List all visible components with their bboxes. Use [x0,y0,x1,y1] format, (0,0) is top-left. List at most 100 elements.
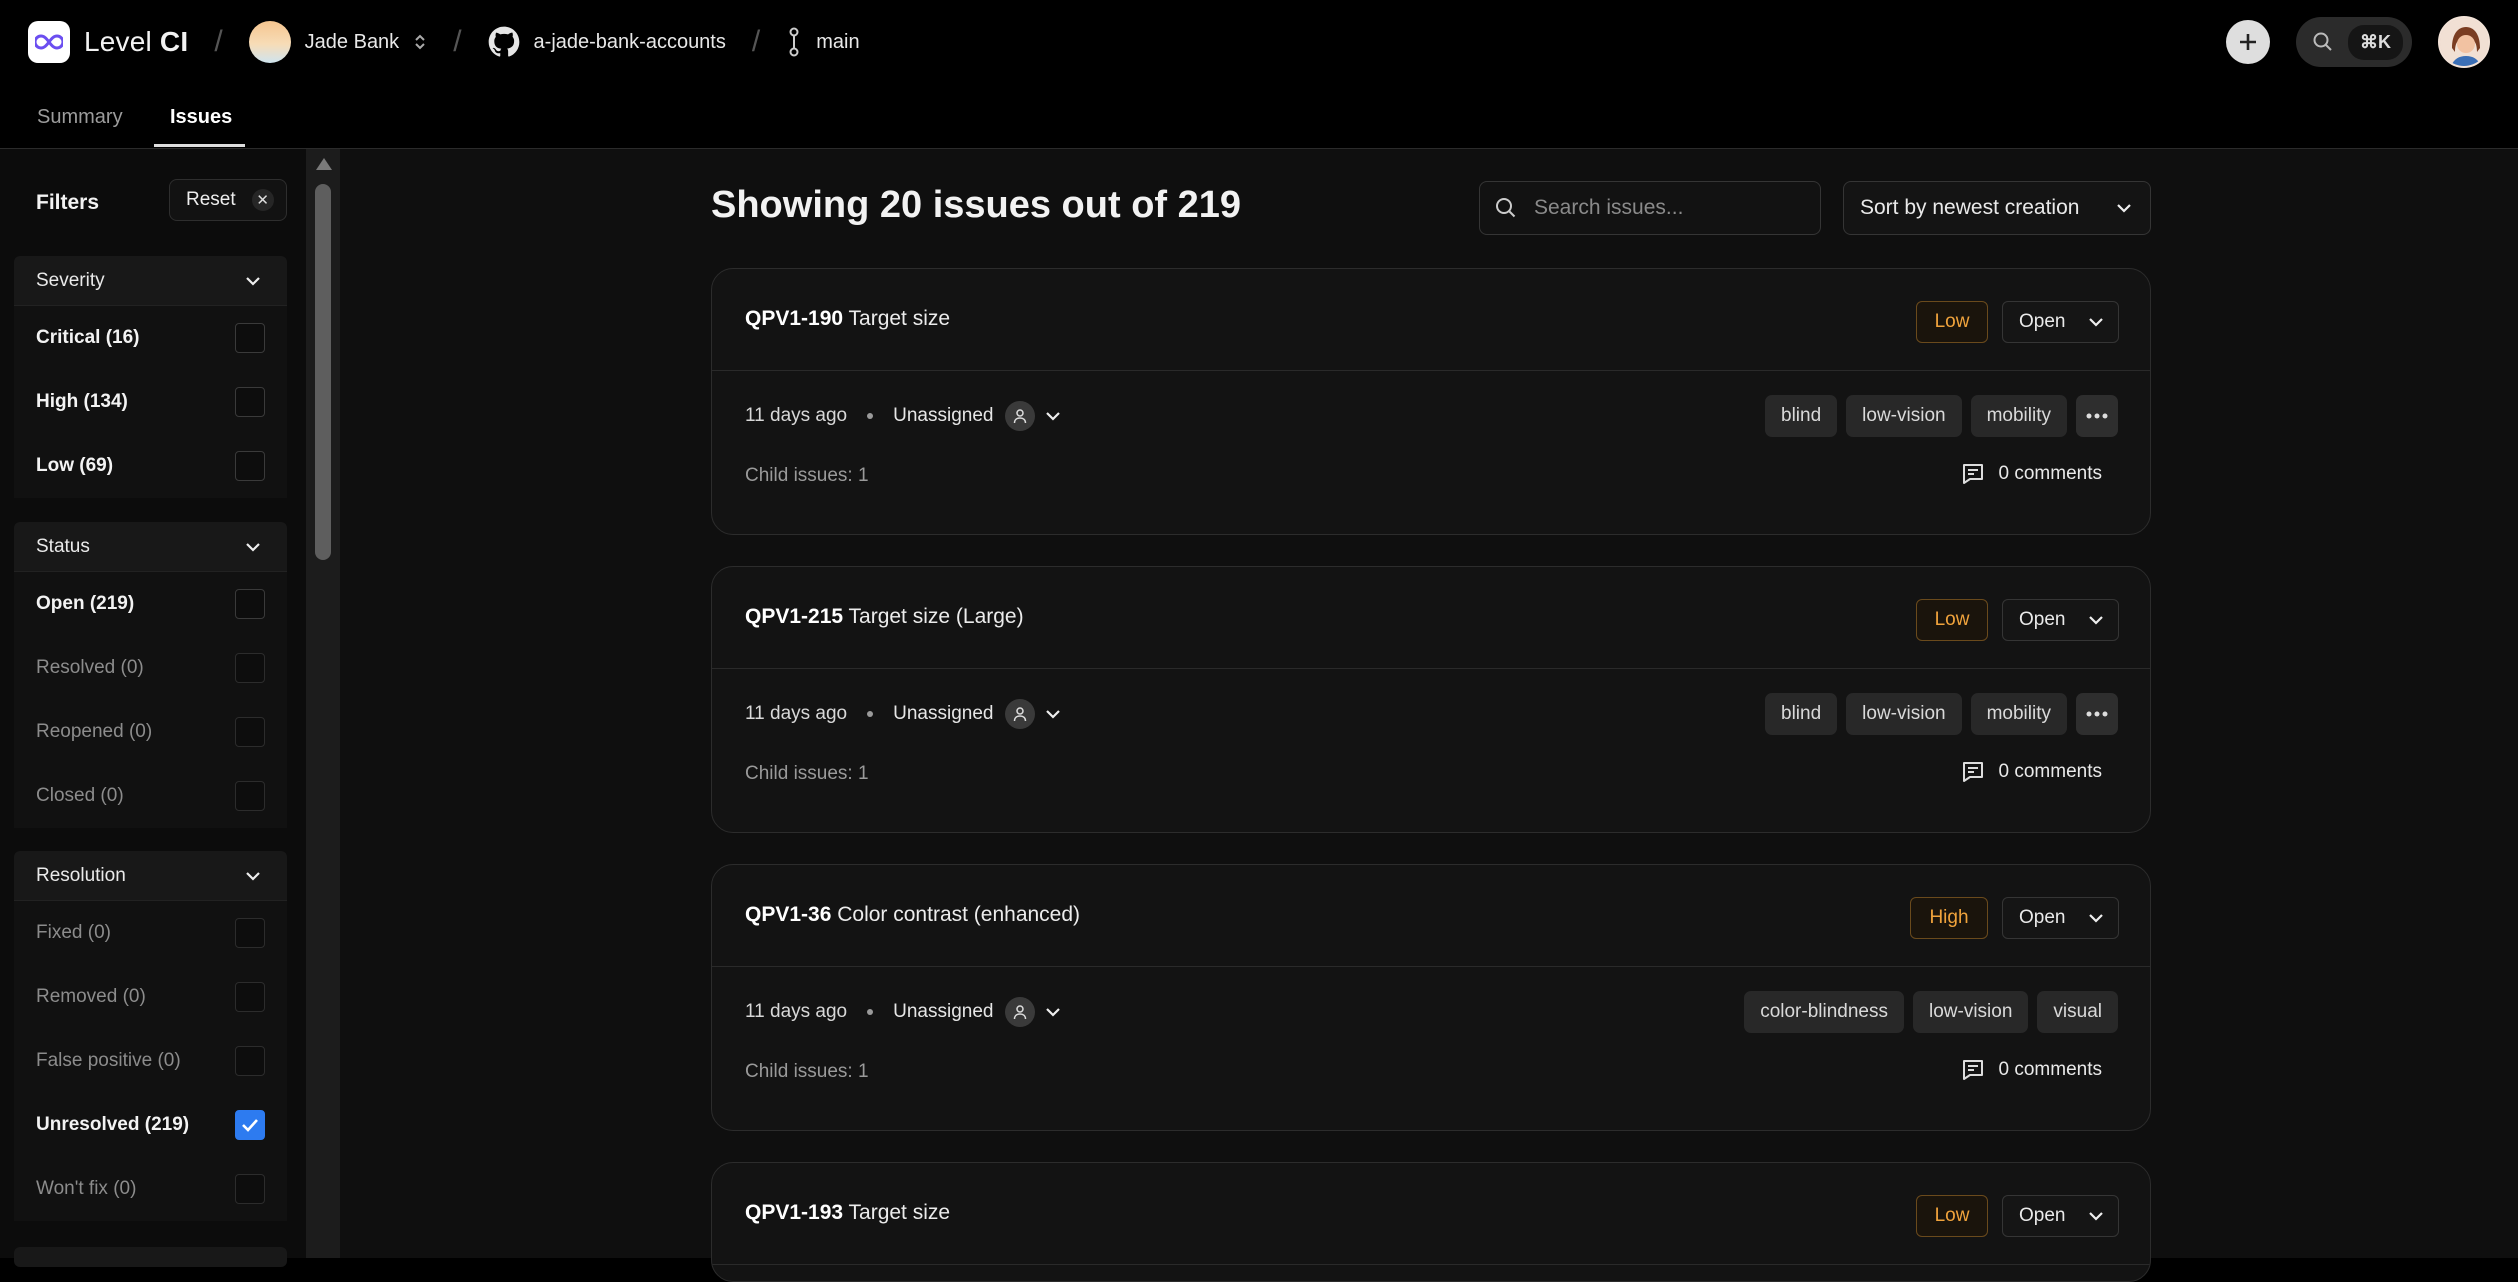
repo-breadcrumb[interactable]: a-jade-bank-accounts [488,26,726,58]
issue-card[interactable]: QPV1-215 Target size (Large) Low Open 11… [711,566,2151,833]
branch-breadcrumb[interactable]: main [786,27,860,57]
filters-sidebar: Filters Reset ✕ Severity Critical (16) H… [0,149,306,1267]
create-button[interactable] [2226,20,2270,64]
person-icon[interactable] [1005,401,1036,431]
tag[interactable]: low-vision [1846,395,1962,437]
level-ci-logo[interactable] [28,21,70,63]
org-switcher[interactable]: Jade Bank [248,21,428,63]
checkbox[interactable] [235,653,265,683]
issue-card-header: QPV1-193 Target size Low Open [712,1163,2150,1265]
search-icon [2313,32,2332,51]
issue-age: 11 days ago [745,1001,848,1022]
chevron-down-icon [246,542,260,552]
filter-option[interactable]: Won't fix (0) [14,1157,287,1221]
tag[interactable]: blind [1765,395,1838,437]
status-dropdown[interactable]: Open [2002,599,2119,641]
filters-title: Filters [36,191,100,214]
scroll-up-arrow-icon[interactable] [316,158,332,170]
checkbox[interactable] [235,1046,265,1076]
tag[interactable]: visual [2037,991,2118,1033]
top-bar: Level CI / Jade Bank / a-jade-bank-accou… [0,0,2518,84]
issue-card-header: QPV1-36 Color contrast (enhanced) High O… [712,865,2150,967]
issue-title[interactable]: QPV1-190 Target size [745,307,950,331]
issue-age: 11 days ago [745,405,848,426]
assignee-label: Unassigned [893,703,994,724]
child-issues: Child issues: 1 [745,1061,869,1082]
filter-group-next [14,1247,287,1267]
issue-card[interactable]: QPV1-190 Target size Low Open 11 days ag… [711,268,2151,535]
checkbox[interactable] [235,387,265,417]
sort-label: Sort by newest creation [1860,196,2080,219]
child-issues: Child issues: 1 [745,465,869,486]
more-icon[interactable] [2076,395,2118,437]
filter-option[interactable]: Closed (0) [14,764,287,828]
filter-option[interactable]: Reopened (0) [14,700,287,764]
filter-option[interactable]: High (134) [14,370,287,434]
status-dropdown[interactable]: Open [2002,897,2119,939]
checkbox[interactable] [235,589,265,619]
checkbox[interactable] [235,451,265,481]
filter-group-header[interactable]: Status [14,522,287,572]
issue-card[interactable]: QPV1-193 Target size Low Open [711,1162,2151,1282]
filter-group-severity: Severity Critical (16) High (134) Low (6… [14,256,287,498]
filter-option[interactable]: Removed (0) [14,965,287,1029]
tag[interactable]: color-blindness [1744,991,1904,1033]
checkbox[interactable] [235,323,265,353]
status-dropdown[interactable]: Open [2002,301,2119,343]
chevron-down-icon[interactable] [1045,709,1061,719]
search-input[interactable] [1534,196,1794,220]
filter-group-header[interactable]: Severity [14,256,287,306]
checkbox[interactable] [235,918,265,948]
close-icon: ✕ [251,189,274,211]
tag[interactable]: mobility [1970,395,2067,437]
filter-option[interactable]: Resolved (0) [14,636,287,700]
tab-issues[interactable]: Issues [170,106,232,129]
filter-option[interactable]: False positive (0) [14,1029,287,1093]
checkbox[interactable] [235,717,265,747]
tag[interactable]: mobility [1970,693,2067,735]
chevron-down-icon[interactable] [1045,1007,1061,1017]
sort-dropdown[interactable]: Sort by newest creation [1843,181,2151,235]
tag[interactable]: blind [1765,693,1838,735]
filter-option[interactable]: Low (69) [14,434,287,498]
issue-card-header: QPV1-190 Target size Low Open [712,269,2150,371]
github-icon [488,26,519,57]
issue-meta: 11 days ago Unassigned [745,997,1061,1027]
reset-filters-button[interactable]: Reset ✕ [169,179,287,221]
tab-summary[interactable]: Summary [37,106,123,129]
scrollbar-thumb[interactable] [315,184,331,560]
comments-link[interactable]: 0 comments [1961,462,2102,486]
checkbox-checked[interactable] [235,1110,265,1140]
issue-card[interactable]: QPV1-36 Color contrast (enhanced) High O… [711,864,2151,1131]
tag[interactable]: low-vision [1913,991,2029,1033]
filter-option[interactable]: Critical (16) [14,306,287,370]
issue-tags: color-blindness low-vision visual [1744,991,2118,1033]
comments-link[interactable]: 0 comments [1961,1058,2102,1082]
issue-title[interactable]: QPV1-36 Color contrast (enhanced) [745,903,1080,927]
checkbox[interactable] [235,1174,265,1204]
chevron-down-icon [2089,1212,2103,1221]
plus-icon [2240,34,2256,50]
filter-option[interactable]: Open (219) [14,572,287,636]
comments-link[interactable]: 0 comments [1961,760,2102,784]
issue-title[interactable]: QPV1-215 Target size (Large) [745,605,1024,629]
person-icon[interactable] [1005,997,1036,1027]
status-dropdown[interactable]: Open [2002,1195,2119,1237]
search-box[interactable] [1479,181,1821,235]
filter-group-header[interactable]: Resolution [14,851,287,901]
command-search-button[interactable]: ⌘K [2296,17,2412,67]
more-icon[interactable] [2076,693,2118,735]
filter-group-resolution: Resolution Fixed (0) Removed (0) False p… [14,851,287,1221]
org-avatar [248,21,291,63]
person-icon[interactable] [1005,699,1036,729]
checkbox[interactable] [235,781,265,811]
checkbox[interactable] [235,982,265,1012]
issue-title[interactable]: QPV1-193 Target size [745,1201,950,1225]
chevron-updown-icon [415,34,425,50]
tag[interactable]: low-vision [1846,693,1962,735]
chevron-down-icon[interactable] [1045,411,1061,421]
filter-option[interactable]: Unresolved (219) [14,1093,287,1157]
user-avatar[interactable] [2438,16,2490,68]
chevron-down-icon [246,276,260,286]
filter-option[interactable]: Fixed (0) [14,901,287,965]
